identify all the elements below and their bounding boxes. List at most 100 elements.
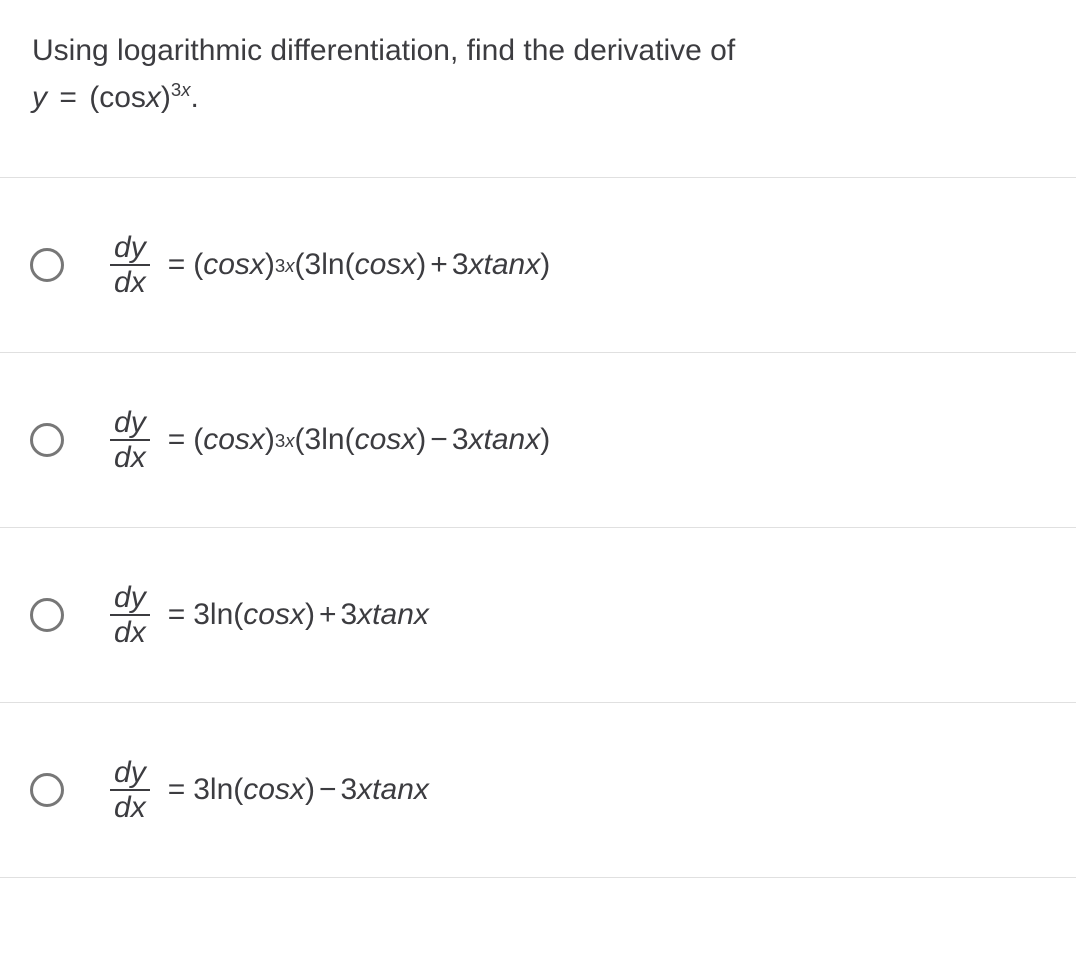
- frac-den-x: x: [131, 266, 146, 299]
- x3: x: [469, 248, 484, 282]
- lp: (: [233, 598, 243, 632]
- options-list: dy dx = (cosx)3x(3ln(cosx)+3xtanx) dy dx…: [0, 177, 1076, 878]
- cos: cos: [243, 773, 290, 807]
- expx: x: [285, 255, 294, 276]
- expx: x: [285, 430, 294, 451]
- cos: cos: [203, 248, 250, 282]
- frac-den-x: x: [131, 791, 146, 824]
- radio-icon[interactable]: [30, 248, 64, 282]
- dydx-fraction: dy dx: [110, 582, 150, 649]
- x: x: [250, 248, 265, 282]
- cos: cos: [243, 598, 290, 632]
- tan: tan: [484, 423, 526, 457]
- x3: x: [469, 423, 484, 457]
- frac-den-d: d: [114, 266, 131, 299]
- lp: (: [193, 423, 203, 457]
- rp: ): [305, 598, 315, 632]
- sign: −: [426, 423, 452, 457]
- rp3: ): [540, 248, 550, 282]
- eq: =: [160, 773, 194, 807]
- lparen: (: [89, 81, 99, 114]
- ln: ln: [321, 423, 344, 457]
- ln: ln: [210, 598, 233, 632]
- eq: =: [160, 248, 194, 282]
- lp2: (: [295, 248, 305, 282]
- radio-icon[interactable]: [30, 423, 64, 457]
- option-b[interactable]: dy dx = (cosx)3x(3ln(cosx)−3xtanx): [0, 353, 1076, 528]
- three: 3: [193, 773, 210, 807]
- radio-icon[interactable]: [30, 598, 64, 632]
- three2: 3: [452, 423, 469, 457]
- frac-num-y: y: [131, 231, 146, 264]
- three2: 3: [452, 248, 469, 282]
- x3: x: [414, 598, 429, 632]
- frac-num-d: d: [114, 406, 131, 439]
- frac-num-y: y: [131, 406, 146, 439]
- dydx-fraction: dy dx: [110, 407, 150, 474]
- eq: =: [160, 423, 194, 457]
- x: x: [250, 423, 265, 457]
- rp2: ): [416, 423, 426, 457]
- quiz-container: Using logarithmic differentiation, find …: [0, 0, 1076, 878]
- three: 3: [305, 423, 322, 457]
- eq: =: [160, 598, 194, 632]
- frac-den-d: d: [114, 441, 131, 474]
- frac-num-y: y: [131, 581, 146, 614]
- x2: x: [357, 598, 372, 632]
- tan: tan: [484, 248, 526, 282]
- frac-den-d: d: [114, 791, 131, 824]
- rparen: ): [161, 81, 171, 114]
- lp: (: [193, 248, 203, 282]
- option-a[interactable]: dy dx = (cosx)3x(3ln(cosx)+3xtanx): [0, 178, 1076, 353]
- option-d[interactable]: dy dx = 3ln(cosx)−3xtanx: [0, 703, 1076, 878]
- frac-num-d: d: [114, 581, 131, 614]
- exp3: 3: [275, 255, 285, 276]
- x: x: [290, 598, 305, 632]
- ln: ln: [210, 773, 233, 807]
- rp3: ): [540, 423, 550, 457]
- three2: 3: [340, 598, 357, 632]
- eq-sign: =: [55, 81, 81, 114]
- period: .: [191, 81, 199, 114]
- rp: ): [265, 248, 275, 282]
- dydx-fraction: dy dx: [110, 757, 150, 824]
- cos2: cos: [355, 423, 402, 457]
- lp3: (: [345, 423, 355, 457]
- exp-x: x: [181, 79, 190, 100]
- option-c[interactable]: dy dx = 3ln(cosx)+3xtanx: [0, 528, 1076, 703]
- ln: ln: [321, 248, 344, 282]
- cos: cos: [203, 423, 250, 457]
- exp3: 3: [275, 430, 285, 451]
- x4: x: [525, 248, 540, 282]
- cos2: cos: [355, 248, 402, 282]
- radio-icon[interactable]: [30, 773, 64, 807]
- x4: x: [525, 423, 540, 457]
- option-b-formula: dy dx = (cosx)3x(3ln(cosx)−3xtanx): [110, 407, 550, 474]
- frac-num-d: d: [114, 756, 131, 789]
- x3: x: [414, 773, 429, 807]
- frac-den-d: d: [114, 616, 131, 649]
- frac-den-x: x: [131, 616, 146, 649]
- sign: +: [315, 598, 341, 632]
- question-stem: Using logarithmic differentiation, find …: [0, 0, 1076, 177]
- frac-num-y: y: [131, 756, 146, 789]
- var-x: x: [146, 81, 161, 114]
- three2: 3: [340, 773, 357, 807]
- x2: x: [401, 248, 416, 282]
- lp: (: [233, 773, 243, 807]
- exp-3: 3: [171, 79, 181, 100]
- option-a-formula: dy dx = (cosx)3x(3ln(cosx)+3xtanx): [110, 232, 550, 299]
- option-d-formula: dy dx = 3ln(cosx)−3xtanx: [110, 757, 429, 824]
- rp2: ): [416, 248, 426, 282]
- three: 3: [193, 598, 210, 632]
- tan: tan: [372, 773, 414, 807]
- frac-den-x: x: [131, 441, 146, 474]
- x2: x: [401, 423, 416, 457]
- rp: ): [265, 423, 275, 457]
- option-c-formula: dy dx = 3ln(cosx)+3xtanx: [110, 582, 429, 649]
- lp3: (: [345, 248, 355, 282]
- sign: +: [426, 248, 452, 282]
- lp2: (: [295, 423, 305, 457]
- dydx-fraction: dy dx: [110, 232, 150, 299]
- rp: ): [305, 773, 315, 807]
